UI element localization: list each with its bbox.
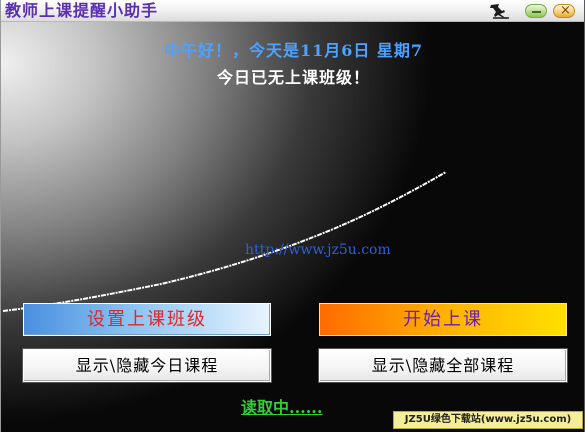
window-title: 教师上课提醒小助手 <box>5 1 159 20</box>
setup-class-button[interactable]: 设置上课班级 <box>23 303 271 336</box>
app-window: 教师上课提醒小助手 中午好！，今天是11月6日 星期7 今日已无上课班级！ ht… <box>0 0 585 432</box>
title-bar[interactable]: 教师上课提醒小助手 <box>1 0 584 22</box>
website-link[interactable]: http://www.jz5u.com <box>245 242 391 258</box>
toggle-today-courses-button[interactable]: 显示\隐藏今日课程 <box>22 348 272 383</box>
minimize-icon[interactable] <box>525 4 547 18</box>
start-class-button[interactable]: 开始上课 <box>319 303 567 336</box>
loading-status: 读取中...... <box>241 398 323 417</box>
toggle-all-courses-button[interactable]: 显示\隐藏全部课程 <box>318 348 568 383</box>
close-icon[interactable] <box>553 3 575 19</box>
pushpin-icon[interactable] <box>487 2 513 20</box>
main-panel: 中午好！，今天是11月6日 星期7 今日已无上课班级！ http://www.j… <box>1 22 584 432</box>
watermark-badge: JZ5U绿色下载站(www.jz5u.com) <box>393 411 583 429</box>
